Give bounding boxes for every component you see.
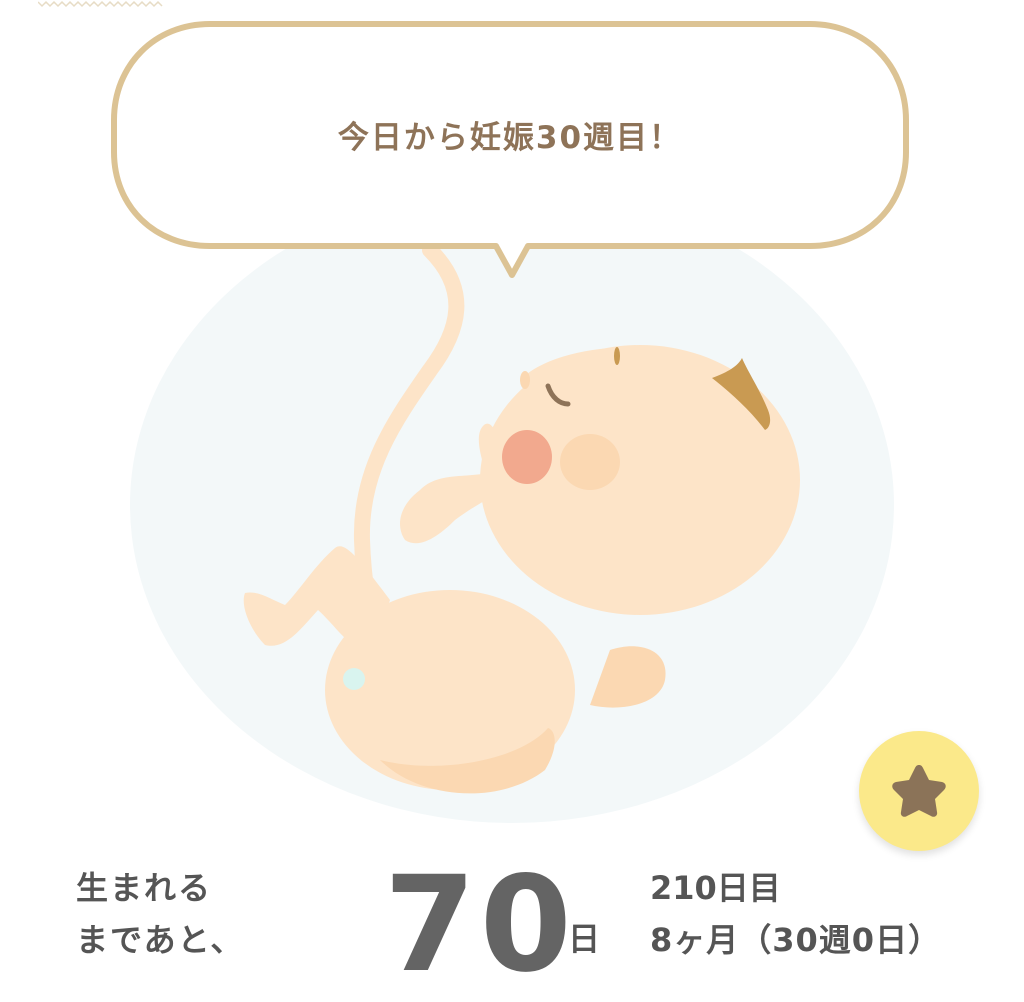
favorite-button[interactable] [859, 731, 979, 851]
star-icon [892, 765, 946, 817]
until-birth-label-line1: 生まれる [76, 869, 213, 907]
fetus-cheek [502, 430, 552, 484]
pregnancy-month-week: 8ヶ月（30週0日） [650, 921, 942, 959]
days-remaining: 70 [384, 848, 576, 1002]
until-birth-label: 生まれる まであと、 [76, 862, 244, 966]
speech-bubble: 今日から妊娠30週目！ [110, 20, 910, 278]
speech-bubble-message: 今日から妊娠30週目！ [337, 120, 683, 156]
fetus-navel [343, 668, 365, 690]
pregnancy-day-count: 210日目 [650, 869, 781, 907]
countdown-info: 生まれる まであと、 70 日 210日目 8ヶ月（30週0日） [0, 850, 1024, 1000]
days-unit: 日 [568, 920, 601, 958]
until-birth-label-line2: まであと、 [76, 921, 245, 959]
fetus-ear [560, 434, 620, 490]
